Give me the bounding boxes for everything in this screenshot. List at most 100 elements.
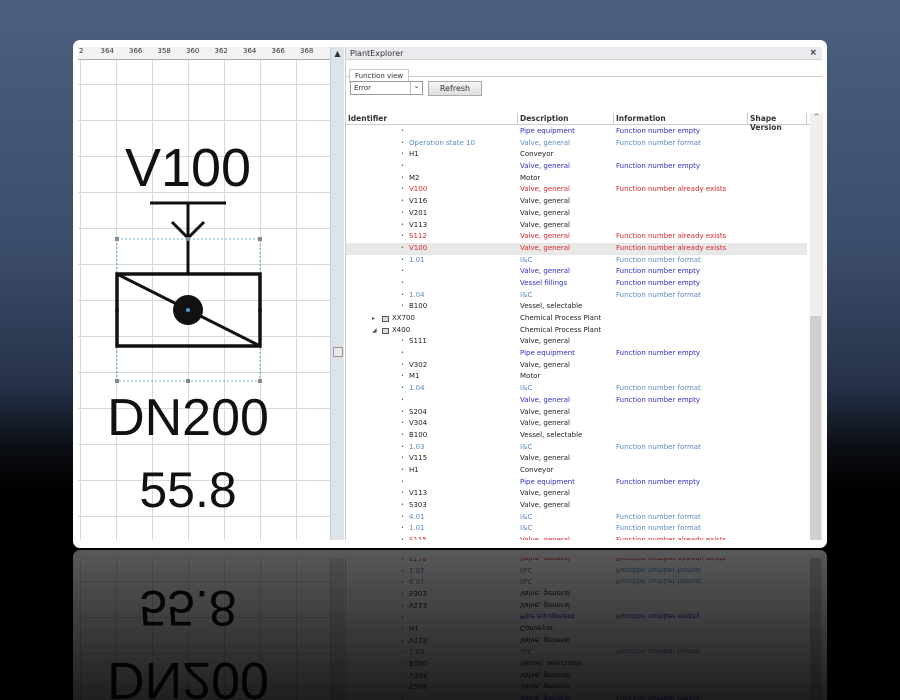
table-row[interactable]: • Pipe equipment Function number empty: [346, 477, 807, 489]
bullet-icon: •: [401, 128, 404, 134]
table-row[interactable]: • B100 Vessel, selectable: [346, 430, 807, 442]
expand-toggle-icon[interactable]: ▸: [372, 313, 375, 325]
description-cell: Pipe equipment: [520, 127, 575, 135]
column-header-identifier[interactable]: Identifier: [346, 113, 518, 124]
description-cell: Valve, general: [520, 501, 570, 509]
size-label[interactable]: DN200: [107, 389, 269, 447]
close-icon[interactable]: ×: [809, 48, 817, 58]
table-row[interactable]: • Pipe equipment Function number empty: [346, 126, 807, 138]
table-row[interactable]: • Vessel fillings Function number empty: [346, 278, 807, 290]
expand-toggle-icon[interactable]: ◢: [372, 325, 377, 337]
identifier-cell: • 1.03: [346, 442, 518, 454]
table-row[interactable]: ◢ X400 Chemical Process Plant: [346, 325, 807, 337]
horizontal-ruler: 2 364 366 358 360 362 364 366 368: [78, 47, 330, 60]
description-cell: Valve, general: [520, 197, 570, 206]
chevron-down-icon[interactable]: ⌄: [410, 82, 422, 94]
identifier-cell: • B100: [346, 430, 518, 442]
table-row[interactable]: • V113 Valve, general: [346, 488, 807, 500]
table-row[interactable]: • 1.03 I&C Function number format: [346, 442, 807, 454]
identifier-cell: • V116: [346, 196, 518, 208]
drawing-canvas[interactable]: V100 DN200 55.8: [78, 60, 330, 540]
shape-version-cell: [748, 442, 807, 454]
table-row[interactable]: • Operation state 10 Valve, general Functio…: [346, 138, 807, 150]
table-row[interactable]: • 4.01 I&C Function number format: [346, 512, 807, 524]
information-cell: [614, 371, 748, 383]
identifier-text: XX700: [392, 314, 415, 322]
grid-scrollbar[interactable]: ^: [810, 113, 823, 540]
table-row[interactable]: • S115 Valve, generalFunction number alrea…: [346, 535, 807, 540]
table-row[interactable]: • 1.04 I&C Function number format: [346, 290, 807, 302]
ruler-label: 364: [243, 47, 257, 55]
drawing-scrollbar[interactable]: ▲: [330, 47, 344, 540]
column-header-shape-version[interactable]: Shape Version: [748, 113, 807, 132]
grid-header: Identifier Description Information Shape…: [346, 113, 823, 132]
table-row[interactable]: • V302 Valve, general: [346, 360, 807, 372]
table-row[interactable]: • M1 Motor: [346, 371, 807, 383]
tag-label[interactable]: V100: [125, 138, 251, 198]
table-row[interactable]: • Valve, general Function number empty: [346, 266, 807, 278]
description-cell: Vessel, selectable: [520, 302, 583, 311]
identifier-cell: • V100: [346, 184, 518, 196]
ruler-label: 2: [79, 47, 84, 55]
value-label[interactable]: 55.8: [139, 462, 236, 518]
column-header-information[interactable]: Information: [614, 113, 748, 124]
description-cell: Valve, general: [520, 360, 570, 369]
ruler-label: 364: [100, 47, 114, 55]
column-header-description[interactable]: Description: [518, 113, 614, 124]
table-row[interactable]: • V116 Valve, general: [346, 196, 807, 208]
table-row[interactable]: • 1.01 I&C Function number format: [346, 523, 807, 535]
information-cell: [614, 453, 748, 465]
table-row[interactable]: • B100 Vessel, selectable: [346, 301, 807, 313]
grid-rows: • Pipe equipment Function number empty • Ope…: [346, 126, 807, 540]
bullet-icon: •: [401, 198, 404, 205]
table-row[interactable]: • H1 Conveyor: [346, 149, 807, 161]
bullet-icon: •: [401, 373, 404, 380]
identifier-cell: • V113: [346, 488, 518, 500]
description-cell: I&C: [520, 384, 533, 393]
splitter-grip[interactable]: [333, 347, 343, 357]
shape-version-cell: [748, 488, 807, 500]
table-row[interactable]: • V100 Valve, general Function number alrea…: [346, 242, 807, 255]
identifier-text: V304: [409, 419, 428, 428]
identifier-text: S111: [409, 337, 427, 346]
table-row[interactable]: • S112 Valve, general Function number alrea…: [346, 231, 807, 243]
description-cell: Vessel fillings: [520, 278, 568, 287]
shape-version-cell: [748, 477, 807, 489]
scroll-up-icon[interactable]: ^: [810, 113, 823, 125]
shape-version-cell: [748, 173, 807, 185]
table-row[interactable]: • H1 Conveyor: [346, 465, 807, 477]
table-row[interactable]: • V304 Valve, general: [346, 418, 807, 430]
description-cell: Valve, general: [520, 220, 570, 229]
identifier-cell: • M2: [346, 173, 518, 185]
table-row[interactable]: • V100 Valve, general Function number alrea…: [346, 184, 807, 196]
table-row[interactable]: • Valve, general Function number empty: [346, 161, 807, 173]
information-cell: Function number format: [616, 290, 701, 299]
table-row[interactable]: ▸ XX700 Chemical Process Plant: [346, 313, 807, 325]
bullet-icon: •: [401, 420, 404, 427]
table-row[interactable]: • 1.01 I&C Function number format: [346, 255, 807, 267]
identifier-cell: • 1.01: [346, 255, 518, 267]
bullet-icon: •: [401, 151, 404, 158]
table-row[interactable]: • S111 Valve, general: [346, 336, 807, 348]
identifier-text: S112: [409, 232, 427, 241]
information-cell: [614, 208, 748, 220]
identifier-cell: • S111: [346, 336, 518, 348]
table-row[interactable]: • V113 Valve, general: [346, 220, 807, 232]
table-row[interactable]: • M2 Motor: [346, 173, 807, 185]
table-row[interactable]: • V201 Valve, general: [346, 208, 807, 220]
table-row[interactable]: • 1.04 I&C Function number format: [346, 383, 807, 395]
valve-drawing[interactable]: V100 DN200 55.8: [78, 60, 330, 540]
description-cell: Conveyor: [520, 465, 554, 474]
filter-select[interactable]: Error ⌄: [350, 81, 423, 95]
scrollbar-thumb[interactable]: [810, 316, 821, 540]
table-row[interactable]: • Valve, general Function number empty: [346, 395, 807, 407]
refresh-button[interactable]: Refresh: [428, 81, 482, 96]
drawing-pane[interactable]: 2 364 366 358 360 362 364 366 368 V100 DN200 55.…: [78, 47, 330, 540]
shape-version-cell: [748, 231, 807, 243]
table-row[interactable]: • Pipe equipment Function number empty: [346, 348, 807, 360]
information-cell: Function number empty: [616, 477, 700, 486]
table-row[interactable]: • S303 Valve, general: [346, 500, 807, 512]
table-row[interactable]: • S204 Valve, general: [346, 407, 807, 419]
scroll-up-icon[interactable]: ▲: [331, 49, 344, 58]
table-row[interactable]: • V115 Valve, general: [346, 453, 807, 465]
